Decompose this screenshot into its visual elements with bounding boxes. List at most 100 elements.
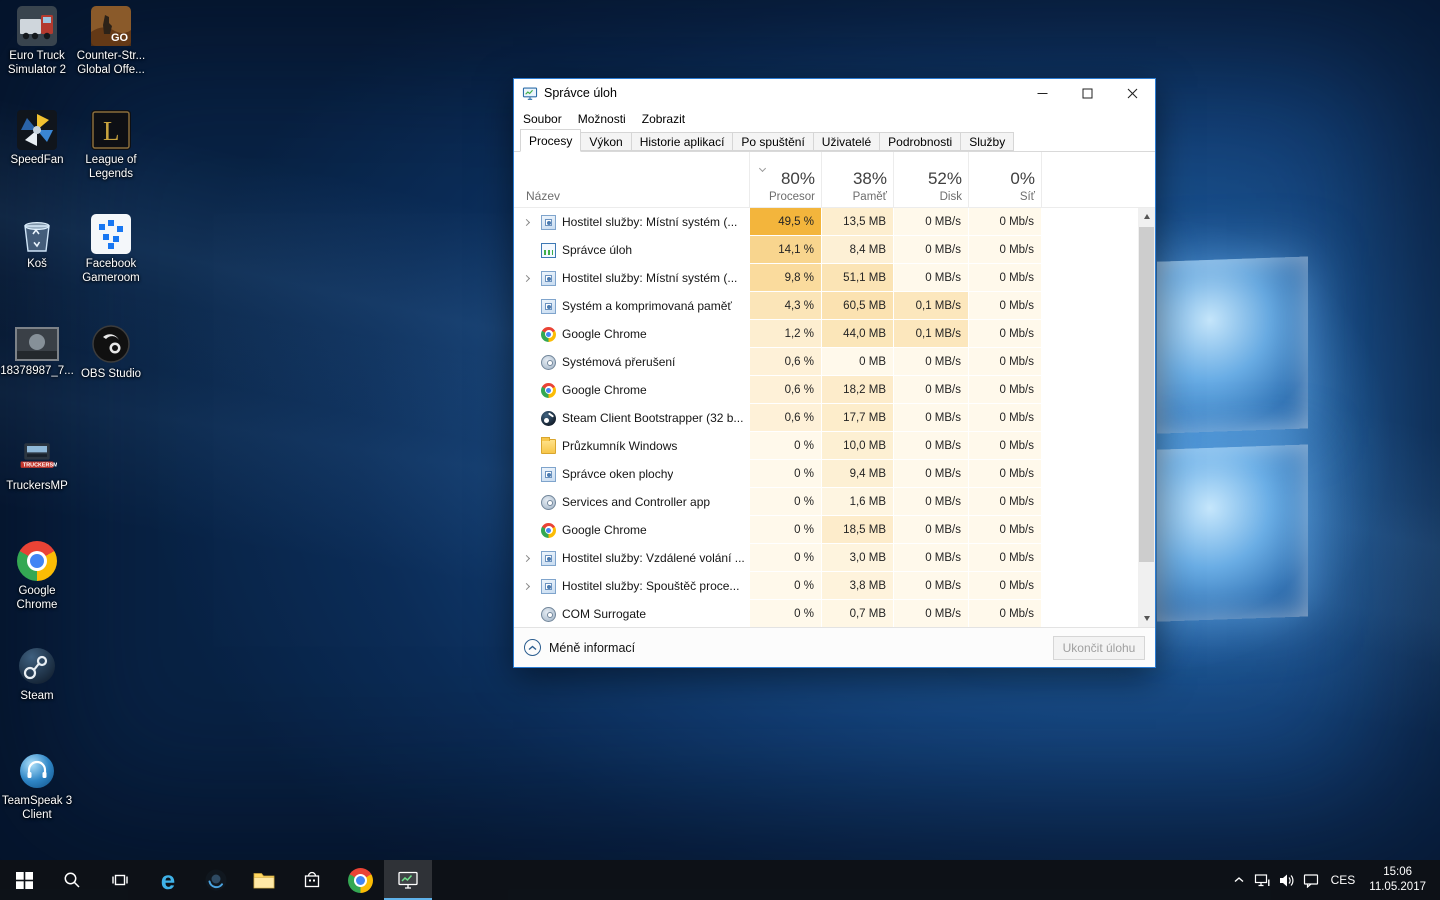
tab-uzivatele[interactable]: Uživatelé [813, 132, 880, 151]
process-row[interactable]: Systém a komprimovaná paměť4,3 %60,5 MB0… [514, 292, 1138, 320]
mem-value-cell: 13,5 MB [821, 208, 893, 236]
row-filler [1041, 516, 1138, 544]
desktop-icon-label: League of Legends [74, 154, 148, 181]
task-manager-icon [541, 243, 556, 258]
taskbar-buttons: e [0, 860, 432, 900]
scroll-down-button[interactable] [1138, 610, 1155, 627]
process-row[interactable]: Services and Controller app0 %1,6 MB0 MB… [514, 488, 1138, 516]
desktop-icon-chrome[interactable]: Google Chrome [0, 541, 74, 612]
task-manager-button[interactable] [384, 860, 432, 900]
process-row[interactable]: COM Surrogate0 %0,7 MB0 MB/s0 Mb/s [514, 600, 1138, 627]
maximize-button[interactable] [1065, 79, 1110, 107]
task-manager-app-icon [522, 86, 538, 101]
expand-chevron-icon[interactable] [521, 276, 541, 281]
title-bar[interactable]: Správce úloh [514, 79, 1155, 107]
process-name-cell: Systémová přerušení [514, 348, 749, 376]
tab-strip: ProcesyVýkonHistorie aplikacíPo spuštění… [514, 130, 1155, 152]
menu-moznosti[interactable]: Možnosti [570, 112, 634, 126]
process-name-cell: Správce oken plochy [514, 460, 749, 488]
disk-value-cell: 0 MB/s [893, 236, 968, 264]
net-value-cell: 0 Mb/s [968, 404, 1041, 432]
desktop-icon-csgo[interactable]: GOCounter-Str... Global Offe... [74, 6, 148, 77]
tab-vykon[interactable]: Výkon [580, 132, 631, 151]
desktop-icon-recycle-bin[interactable]: Koš [0, 214, 74, 272]
desktop-icon-facebook-gameroom[interactable]: Facebook Gameroom [74, 214, 148, 285]
menu-zobrazit[interactable]: Zobrazit [634, 112, 693, 126]
pinned-app-button[interactable] [192, 860, 240, 900]
action-center-icon[interactable] [1299, 860, 1323, 900]
process-row[interactable]: Systémová přerušení0,6 %0 MB0 MB/s0 Mb/s [514, 348, 1138, 376]
language-indicator[interactable]: CES [1323, 873, 1364, 887]
scrollbar[interactable] [1138, 208, 1155, 627]
end-task-button[interactable]: Ukončit úlohu [1053, 636, 1145, 660]
clock[interactable]: 15:06 11.05.2017 [1363, 865, 1432, 895]
desktop-icon-steam[interactable]: Steam [0, 646, 74, 704]
task-view-button[interactable] [96, 860, 144, 900]
process-row[interactable]: Google Chrome1,2 %44,0 MB0,1 MB/s0 Mb/s [514, 320, 1138, 348]
process-row[interactable]: Google Chrome0,6 %18,2 MB0 MB/s0 Mb/s [514, 376, 1138, 404]
process-row[interactable]: Průzkumník Windows0 %10,0 MB0 MB/s0 Mb/s [514, 432, 1138, 460]
edge-icon: e [161, 867, 175, 893]
process-row[interactable]: Hostitel služby: Místní systém (...9,8 %… [514, 264, 1138, 292]
cpu-value-cell: 0,6 % [749, 376, 821, 404]
process-row[interactable]: Správce úloh14,1 %8,4 MB0 MB/s0 Mb/s [514, 236, 1138, 264]
tab-historie-aplikaci[interactable]: Historie aplikací [631, 132, 734, 151]
desktop-icon-obs[interactable]: OBS Studio [74, 324, 148, 382]
mem-value-cell: 3,0 MB [821, 544, 893, 572]
row-filler [1041, 292, 1138, 320]
less-info-toggle[interactable]: Méně informací [524, 639, 635, 656]
search-button[interactable] [48, 860, 96, 900]
desktop-icon-ets2[interactable]: Euro Truck Simulator 2 [0, 6, 74, 77]
tab-procesy[interactable]: Procesy [520, 129, 581, 152]
cpu-value-cell: 0 % [749, 460, 821, 488]
tab-sluzby[interactable]: Služby [960, 132, 1014, 151]
tab-po-spusteni[interactable]: Po spuštění [732, 132, 813, 151]
process-row[interactable]: Steam Client Bootstrapper (32 b...0,6 %1… [514, 404, 1138, 432]
disk-value-cell: 0,1 MB/s [893, 320, 968, 348]
desktop-icon-speedfan[interactable]: SpeedFan [0, 110, 74, 168]
close-button[interactable] [1110, 79, 1155, 107]
chrome-button[interactable] [336, 860, 384, 900]
expand-chevron-icon[interactable] [521, 220, 541, 225]
process-row[interactable]: Hostitel služby: Vzdálené volání ...0 %3… [514, 544, 1138, 572]
column-header-memory[interactable]: 38% Paměť [821, 152, 893, 207]
file-explorer-button[interactable] [240, 860, 288, 900]
process-row[interactable]: Google Chrome0 %18,5 MB0 MB/s0 Mb/s [514, 516, 1138, 544]
expand-chevron-icon[interactable] [521, 584, 541, 589]
desktop-icon-teamspeak[interactable]: TeamSpeak 3 Client [0, 751, 74, 822]
ets2-icon [17, 6, 57, 46]
start-button[interactable] [0, 860, 48, 900]
column-header-cpu[interactable]: 80% Procesor [749, 152, 821, 207]
dark-circle-app-icon [204, 868, 228, 892]
taskbar: e CES 15:06 11.05.2017 [0, 860, 1440, 900]
hidden-icons-chevron[interactable] [1227, 860, 1251, 900]
desktop-icon-photo[interactable]: 18378987_7... [0, 324, 74, 379]
scroll-up-button[interactable] [1138, 208, 1155, 225]
column-header-name[interactable]: Název [514, 152, 749, 207]
mem-value-cell: 18,2 MB [821, 376, 893, 404]
minimize-button[interactable] [1020, 79, 1065, 107]
expand-chevron-icon[interactable] [521, 556, 541, 561]
desktop-icon-truckersmp[interactable]: TRUCKERSMPTruckersMP [0, 436, 74, 494]
column-header-disk[interactable]: 52% Disk [893, 152, 968, 207]
edge-button[interactable]: e [144, 860, 192, 900]
tab-podrobnosti[interactable]: Podrobnosti [879, 132, 961, 151]
network-icon[interactable] [1251, 860, 1275, 900]
csgo-icon: GO [91, 6, 131, 46]
chrome-icon [348, 868, 373, 893]
process-row[interactable]: Hostitel služby: Místní systém (...49,5 … [514, 208, 1138, 236]
menu-soubor[interactable]: Soubor [515, 112, 570, 126]
volume-icon[interactable] [1275, 860, 1299, 900]
cpu-value-cell: 0 % [749, 600, 821, 627]
process-name: Správce úloh [562, 243, 632, 257]
scrollbar-thumb[interactable] [1139, 227, 1154, 562]
process-row[interactable]: Správce oken plochy0 %9,4 MB0 MB/s0 Mb/s [514, 460, 1138, 488]
process-name: Hostitel služby: Místní systém (... [562, 271, 737, 285]
desktop-icon-lol[interactable]: LLeague of Legends [74, 110, 148, 181]
process-name-cell: Steam Client Bootstrapper (32 b... [514, 404, 749, 432]
desktop-icon-label: Steam [0, 690, 74, 704]
cpu-value-cell: 49,5 % [749, 208, 821, 236]
process-row[interactable]: Hostitel služby: Spouštěč proce...0 %3,8… [514, 572, 1138, 600]
column-header-network[interactable]: 0% Síť [968, 152, 1041, 207]
store-button[interactable] [288, 860, 336, 900]
